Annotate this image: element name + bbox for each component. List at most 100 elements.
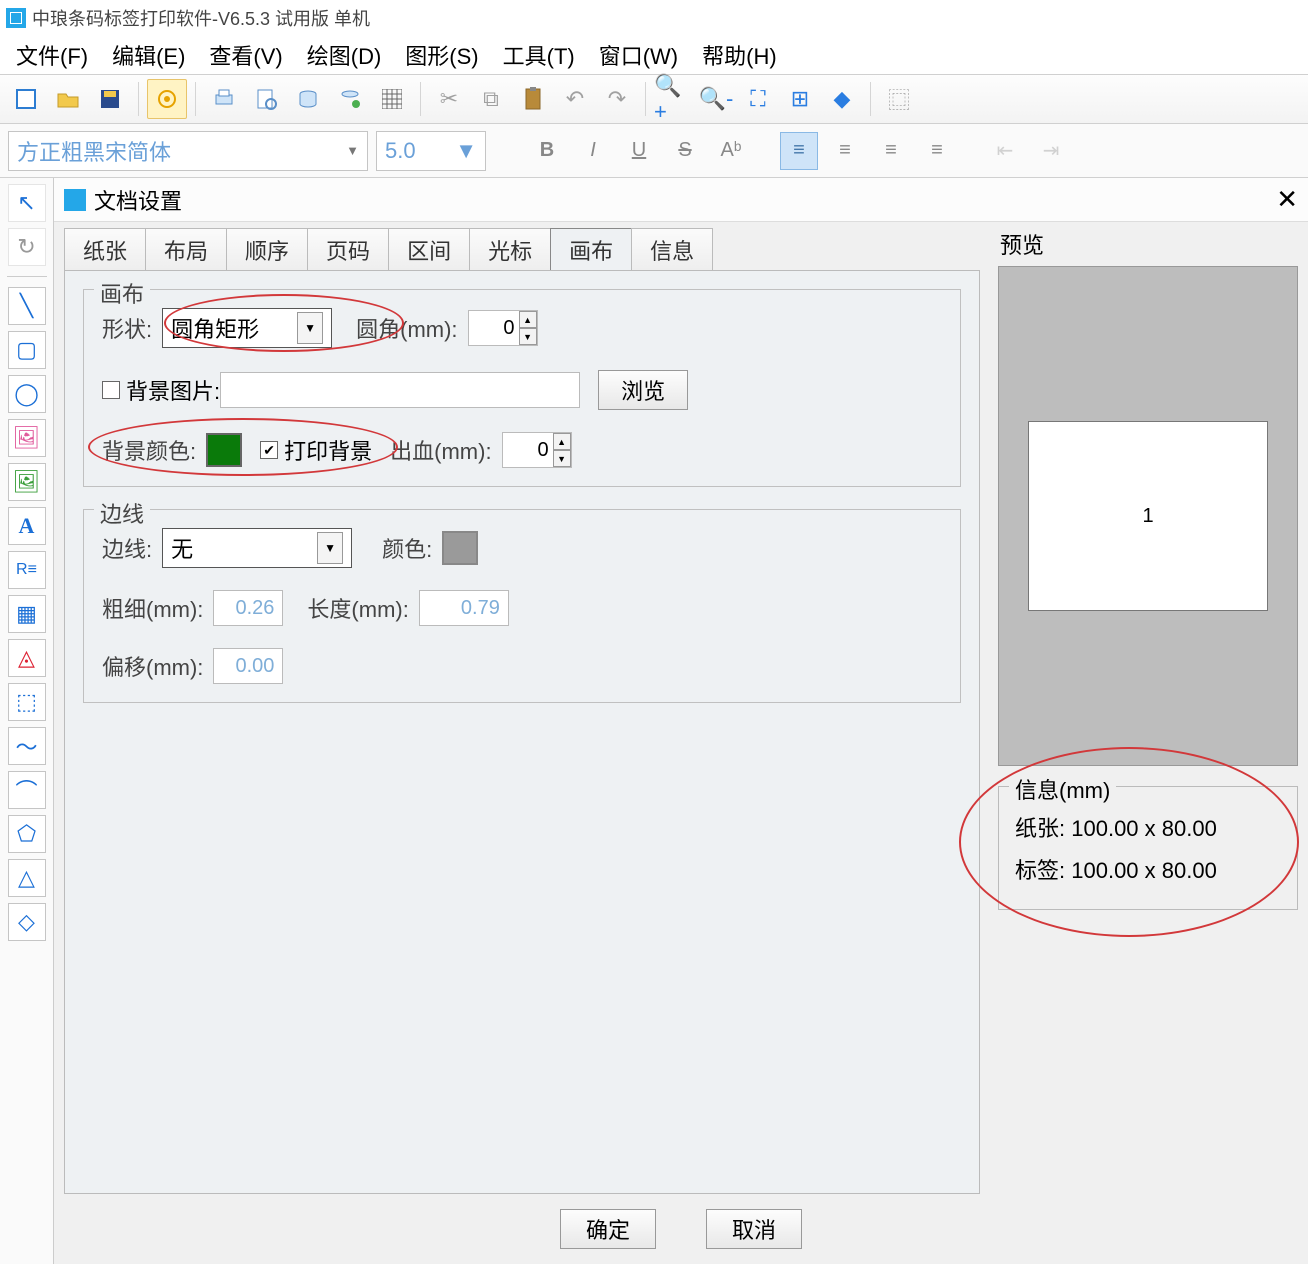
spin-up-icon[interactable]: ▲: [553, 433, 571, 450]
save-icon[interactable]: [90, 79, 130, 119]
grid-icon[interactable]: [372, 79, 412, 119]
new-icon[interactable]: [6, 79, 46, 119]
bgimg-checkbox[interactable]: 背景图片:: [102, 374, 220, 406]
line-tool-icon[interactable]: ╲: [8, 287, 46, 325]
align-center-icon[interactable]: ≡: [826, 132, 864, 170]
bold-icon[interactable]: B: [528, 132, 566, 170]
printbg-checkbox[interactable]: ✔ 打印背景: [260, 434, 372, 466]
bleed-spin[interactable]: ▲▼: [502, 432, 572, 468]
menu-file[interactable]: 文件(F): [10, 37, 94, 73]
border-value: 无: [171, 532, 193, 564]
richtext-tool-icon[interactable]: R≡: [8, 551, 46, 589]
align-left-icon[interactable]: ≡: [780, 132, 818, 170]
italic-icon[interactable]: I: [574, 132, 612, 170]
preview-column: 预览 1 信息(mm) 纸张: 100.00 x 80.00 标签:: [998, 228, 1298, 1194]
stamp-tool-icon[interactable]: ◬: [8, 639, 46, 677]
checkbox-box: ✔: [260, 441, 278, 459]
spin-up-icon[interactable]: ▲: [519, 311, 537, 328]
font-name-combo[interactable]: 方正粗黑宋简体 ▼: [8, 131, 368, 171]
tab-layout[interactable]: 布局: [145, 228, 227, 270]
redo-icon[interactable]: ↷: [597, 79, 637, 119]
roundrect-tool-icon[interactable]: ▢: [8, 331, 46, 369]
print-preview-icon[interactable]: [246, 79, 286, 119]
border-len-input[interactable]: [419, 590, 509, 626]
menu-graphic[interactable]: 图形(S): [399, 37, 484, 73]
browse-button[interactable]: 浏览: [598, 370, 688, 410]
align-justify-icon[interactable]: ≡: [918, 132, 956, 170]
diamond-tool-icon[interactable]: ◇: [8, 903, 46, 941]
zoom-fit-icon[interactable]: ⛶: [738, 79, 778, 119]
bgimg-path-input[interactable]: [220, 372, 580, 408]
database-icon[interactable]: [288, 79, 328, 119]
app-icon: [6, 8, 26, 28]
zoom-in-icon[interactable]: 🔍+: [654, 79, 694, 119]
ok-button[interactable]: 确定: [560, 1209, 656, 1249]
fs-title-border: 边线: [94, 497, 150, 529]
corner-spin[interactable]: ▲▼: [468, 310, 538, 346]
underline-icon[interactable]: U: [620, 132, 658, 170]
zoom-100-icon[interactable]: ⊞: [780, 79, 820, 119]
spin-down-icon[interactable]: ▼: [519, 328, 537, 345]
tab-canvas-page: 画布 形状: 圆角矩形 ▼ 圆角(mm):: [64, 270, 980, 1194]
tab-pagenum[interactable]: 页码: [307, 228, 389, 270]
text-tool-icon[interactable]: A: [8, 507, 46, 545]
tab-cursor[interactable]: 光标: [469, 228, 551, 270]
align-right-icon[interactable]: ≡: [872, 132, 910, 170]
fullscreen-icon[interactable]: ◆: [822, 79, 862, 119]
cancel-button[interactable]: 取消: [706, 1209, 802, 1249]
menu-help[interactable]: 帮助(H): [696, 37, 783, 73]
zoom-out-icon[interactable]: 🔍-: [696, 79, 736, 119]
outdent-icon[interactable]: ⇥: [1032, 132, 1070, 170]
undo-icon[interactable]: ↶: [555, 79, 595, 119]
qr-tool-icon[interactable]: ⬚: [8, 683, 46, 721]
menu-edit[interactable]: 编辑(E): [106, 37, 191, 73]
barcode-tool-icon[interactable]: ▦: [8, 595, 46, 633]
shape-combo[interactable]: 圆角矩形 ▼: [162, 308, 332, 348]
border-combo[interactable]: 无 ▼: [162, 528, 352, 568]
image-tool-icon[interactable]: 🖼: [8, 419, 46, 457]
polygon-tool-icon[interactable]: ⬠: [8, 815, 46, 853]
triangle-tool-icon[interactable]: △: [8, 859, 46, 897]
group-icon[interactable]: ⿴: [879, 79, 919, 119]
tab-canvas[interactable]: 画布: [550, 228, 632, 270]
bgcolor-swatch[interactable]: [206, 433, 242, 467]
picture-tool-icon[interactable]: 🖼: [8, 463, 46, 501]
menu-view[interactable]: 查看(V): [203, 37, 288, 73]
tab-info[interactable]: 信息: [631, 228, 713, 270]
cut-icon[interactable]: ✂: [429, 79, 469, 119]
indent-icon[interactable]: ⇤: [986, 132, 1024, 170]
menu-window[interactable]: 窗口(W): [593, 37, 684, 73]
bleed-label: 出血(mm):: [390, 434, 491, 466]
font-size-combo[interactable]: 5.0 ▼: [376, 131, 486, 171]
settings-icon[interactable]: [147, 79, 187, 119]
tool-separator: [7, 276, 47, 277]
border-offset-input[interactable]: [213, 648, 283, 684]
curve-tool-icon[interactable]: 〜: [8, 727, 46, 765]
rotate-tool-icon[interactable]: ↻: [8, 228, 46, 266]
pointer-tool-icon[interactable]: ↖: [8, 184, 46, 222]
tab-paper[interactable]: 纸张: [64, 228, 146, 270]
chevron-down-icon: ▼: [297, 312, 323, 344]
arc-tool-icon[interactable]: ⌒: [8, 771, 46, 809]
border-color-swatch[interactable]: [442, 531, 478, 565]
database-link-icon[interactable]: [330, 79, 370, 119]
paste-icon[interactable]: [513, 79, 553, 119]
info-paper-value: 100.00 x 80.00: [1071, 816, 1217, 841]
menu-tool[interactable]: 工具(T): [497, 37, 581, 73]
superscript-icon[interactable]: Aᵇ: [712, 132, 750, 170]
print-icon[interactable]: [204, 79, 244, 119]
open-icon[interactable]: [48, 79, 88, 119]
tab-order[interactable]: 顺序: [226, 228, 308, 270]
border-width-input[interactable]: [213, 590, 283, 626]
strike-icon[interactable]: S: [666, 132, 704, 170]
menu-draw[interactable]: 绘图(D): [301, 37, 388, 73]
preview-box: 1: [998, 266, 1298, 766]
copy-icon[interactable]: ⧉: [471, 79, 511, 119]
ellipse-tool-icon[interactable]: ◯: [8, 375, 46, 413]
chevron-down-icon: ▼: [455, 138, 477, 164]
close-icon[interactable]: ✕: [1276, 184, 1298, 215]
info-paper-label: 纸张:: [1015, 816, 1065, 841]
spin-down-icon[interactable]: ▼: [553, 450, 571, 467]
tab-range[interactable]: 区间: [388, 228, 470, 270]
preview-page-number: 1: [1142, 505, 1153, 528]
